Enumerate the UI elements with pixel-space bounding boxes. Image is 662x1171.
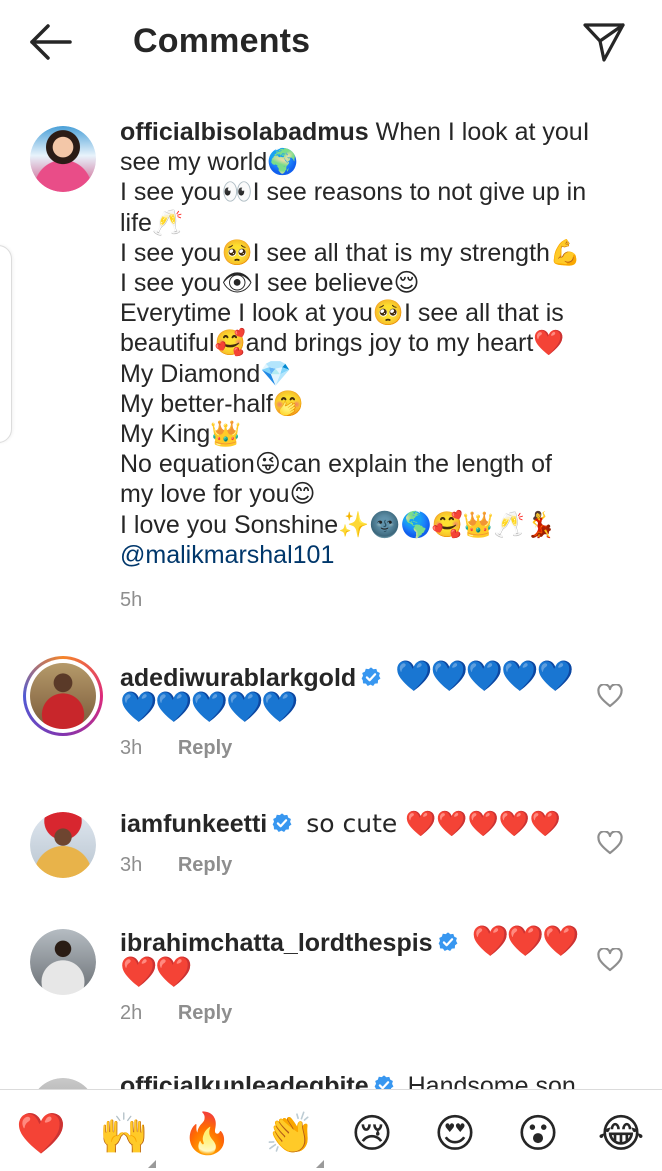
comment-text: so cute ❤️❤️❤️❤️❤️ <box>306 809 561 838</box>
quick-reaction-bar: ❤️ 🙌 🔥 👏 😢 😍 😮 😂 <box>0 1089 662 1171</box>
caption-line: I see you🥺I see all that is my strength💪 <box>120 238 582 267</box>
comment-username[interactable]: adediwurablarkgold <box>120 664 356 692</box>
reply-button[interactable]: Reply <box>178 1002 232 1024</box>
side-panel-handle[interactable] <box>0 245 12 443</box>
post-caption: officialbisolabadmus When I look at you⁠… <box>120 117 610 570</box>
caption-username[interactable]: officialbisolabadmus <box>120 118 369 146</box>
comment-text: 💙💙💙💙💙 <box>395 659 574 694</box>
reply-button[interactable]: Reply <box>178 737 232 759</box>
verified-badge-icon <box>361 667 381 686</box>
comment-timestamp: 3h <box>120 737 143 759</box>
comment-body: iamfunkeetti so cute ❤️❤️❤️❤️❤️ <box>120 809 580 839</box>
caption-line: When I look at you⁠I <box>375 118 590 146</box>
verified-badge-icon <box>438 932 458 951</box>
heart-outline-icon[interactable] <box>597 684 623 708</box>
header-bar: Comments <box>0 0 662 88</box>
reaction-wow-button[interactable]: 😮 <box>512 1108 564 1160</box>
caption-line: I see you👁I see believe😌 <box>120 269 420 298</box>
heart-outline-icon[interactable] <box>597 948 623 972</box>
avatar[interactable] <box>30 126 96 192</box>
reaction-heart-button[interactable]: ❤️ <box>15 1108 67 1160</box>
comment-text: ❤️❤️ <box>120 955 193 991</box>
caption-line: life🥂 <box>120 208 184 237</box>
mention-link[interactable]: @malikmarshal101 <box>120 540 610 570</box>
reaction-laughing-button[interactable]: 😂 <box>595 1108 647 1160</box>
reaction-crying-button[interactable]: 😢 <box>346 1108 398 1160</box>
reaction-heart-eyes-button[interactable]: 😍 <box>429 1108 481 1160</box>
caption-line: My Diamond💎 <box>120 359 292 388</box>
comment-meta: 2h Reply <box>120 1002 232 1025</box>
comment-meta: 3h Reply <box>120 854 232 877</box>
more-indicator <box>148 1160 156 1168</box>
heart-outline-icon[interactable] <box>597 831 623 855</box>
reaction-fire-button[interactable]: 🔥 <box>181 1108 233 1160</box>
caption-line: see my world🌍 <box>120 148 299 177</box>
comment-meta: 3h Reply <box>120 737 232 760</box>
comment-timestamp: 2h <box>120 1002 143 1024</box>
caption-line: I see you👀I see reasons to not give up i… <box>120 178 587 207</box>
more-indicator <box>316 1160 324 1168</box>
caption-line: beautiful🥰and brings joy to my heart❤️ <box>120 329 565 358</box>
caption-line: my love for you😊 <box>120 480 316 509</box>
reaction-raised-hands-button[interactable]: 🙌 <box>98 1108 150 1160</box>
comment-username[interactable]: ibrahimchatta_lordthespis <box>120 929 433 957</box>
reply-button[interactable]: Reply <box>178 854 232 876</box>
page-title: Comments <box>133 22 311 60</box>
caption-line: My better-half🤭 <box>120 389 304 418</box>
caption-timestamp: 5h <box>120 589 143 611</box>
share-button[interactable] <box>582 22 626 62</box>
avatar[interactable] <box>23 656 103 736</box>
comment-body: adediwurablarkgold 💙💙💙💙💙 💙💙💙💙💙 <box>120 659 580 726</box>
caption-line: Everytime I look at you🥺I see all that i… <box>120 299 564 328</box>
comment-username[interactable]: iamfunkeetti <box>120 810 267 838</box>
comment-body: ibrahimchatta_lordthespis ❤️❤️❤️ ❤️❤️ <box>120 924 580 991</box>
back-button[interactable] <box>28 22 76 62</box>
comment-timestamp: 3h <box>120 854 143 876</box>
avatar[interactable] <box>30 812 96 878</box>
caption-line: My King👑 <box>120 420 242 449</box>
comment-text: 💙💙💙💙💙 <box>120 690 299 726</box>
avatar[interactable] <box>30 929 96 995</box>
caption-line: No equation😜can explain the length of <box>120 450 552 479</box>
paper-plane-icon <box>583 23 625 62</box>
caption-line: I love you Sonshine✨🌚🌎🥰👑🥂💃 <box>120 510 557 539</box>
comment-text: ❤️❤️❤️ <box>471 924 580 959</box>
reaction-clap-button[interactable]: 👏 <box>264 1108 316 1160</box>
verified-badge-icon <box>272 813 292 832</box>
arrow-left-icon <box>30 24 72 60</box>
